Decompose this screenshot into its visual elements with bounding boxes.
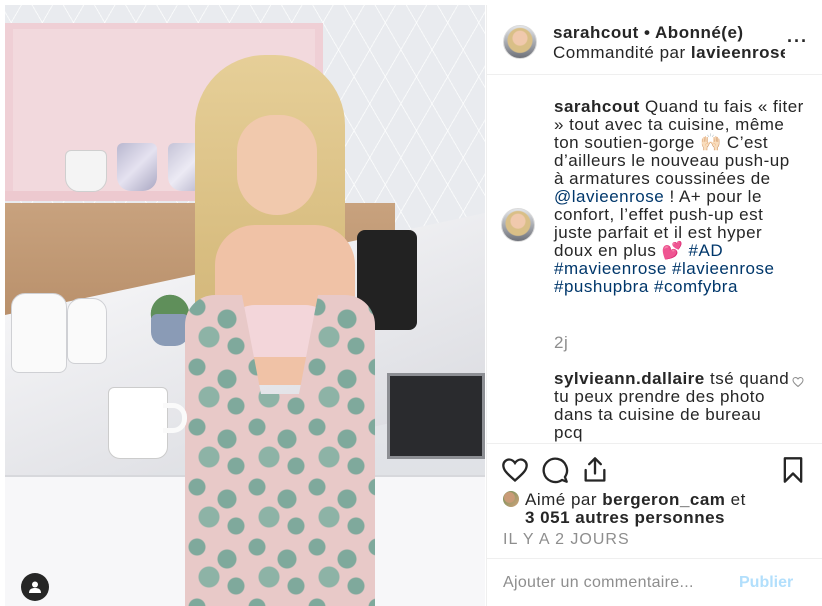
likes-prefix: Aimé par [525,490,598,509]
caption-username[interactable]: sarahcout [554,97,640,116]
bookmark-icon[interactable] [779,456,807,484]
glass-cup [117,143,157,191]
face [237,115,317,215]
hashtag-link[interactable]: #comfybra [654,277,738,296]
microwave [387,373,485,459]
add-comment-bar: Ajouter un commentaire... Publier [487,558,822,606]
woman-figure [175,45,375,606]
comment-input[interactable]: Ajouter un commentaire... [503,574,694,592]
tea-canister [11,293,67,373]
white-cup [65,150,107,192]
hashtag-link[interactable]: #pushupbra [554,277,649,296]
follow-status[interactable]: Abonné(e) [655,23,744,42]
likes-line-1: Aimé par bergeron_cam et [503,491,746,509]
liker-avatar[interactable] [503,491,519,507]
post-photo[interactable] [5,5,485,606]
comment-like-icon[interactable] [792,376,804,388]
sponsored-label: Commandité par [553,43,686,62]
post-header: sarahcout • Abonné(e) Commandité par lav… [487,5,822,75]
hashtag-link[interactable]: #lavieenrose [672,259,774,278]
comment-icon[interactable] [541,456,569,484]
caption-avatar[interactable] [501,208,535,242]
caption-time[interactable]: 2j [554,333,568,353]
liker-username[interactable]: bergeron_cam [602,490,725,509]
share-icon[interactable] [581,456,609,484]
mention-link[interactable]: @lavieenrose [554,187,664,206]
hashtag-link[interactable]: #AD [689,241,724,260]
comment-username[interactable]: sylvieann.dallaire [554,369,705,388]
sugar-canister [67,298,107,364]
post-timestamp[interactable]: IL Y A 2 JOURS [503,531,630,549]
more-options-icon[interactable]: ··· [787,31,808,52]
publish-button[interactable]: Publier [739,574,793,592]
likes-line-2: 3 051 autres personnes [503,509,746,527]
likes-summary: Aimé par bergeron_cam et 3 051 autres pe… [503,491,746,527]
comment-item: sylvieann.dallaire tsé quand tu peux pre… [554,370,794,442]
sponsored-line: Commandité par lavieenrose [553,43,785,63]
sponsor-link[interactable]: lavieenrose [691,43,785,62]
heart-icon[interactable] [501,456,529,484]
white-mug [108,387,168,459]
author-line: sarahcout • Abonné(e) [553,23,744,43]
author-username[interactable]: sarahcout [553,23,639,42]
post-actions: Aimé par bergeron_cam et 3 051 autres pe… [487,443,822,606]
post-side-panel: sarahcout • Abonné(e) Commandité par lav… [486,5,822,606]
other-likers-link[interactable]: 3 051 autres personnes [525,508,725,527]
comments-section[interactable]: sarahcout Quand tu fais « fiter » tout a… [487,76,822,443]
hashtag-link[interactable]: #mavieenrose [554,259,667,278]
bullet-separator: • [643,23,656,42]
post-caption: sarahcout Quand tu fais « fiter » tout a… [554,98,804,296]
author-avatar[interactable] [503,25,537,59]
user-tag-icon[interactable] [21,573,49,601]
likes-connector: et [730,490,746,509]
